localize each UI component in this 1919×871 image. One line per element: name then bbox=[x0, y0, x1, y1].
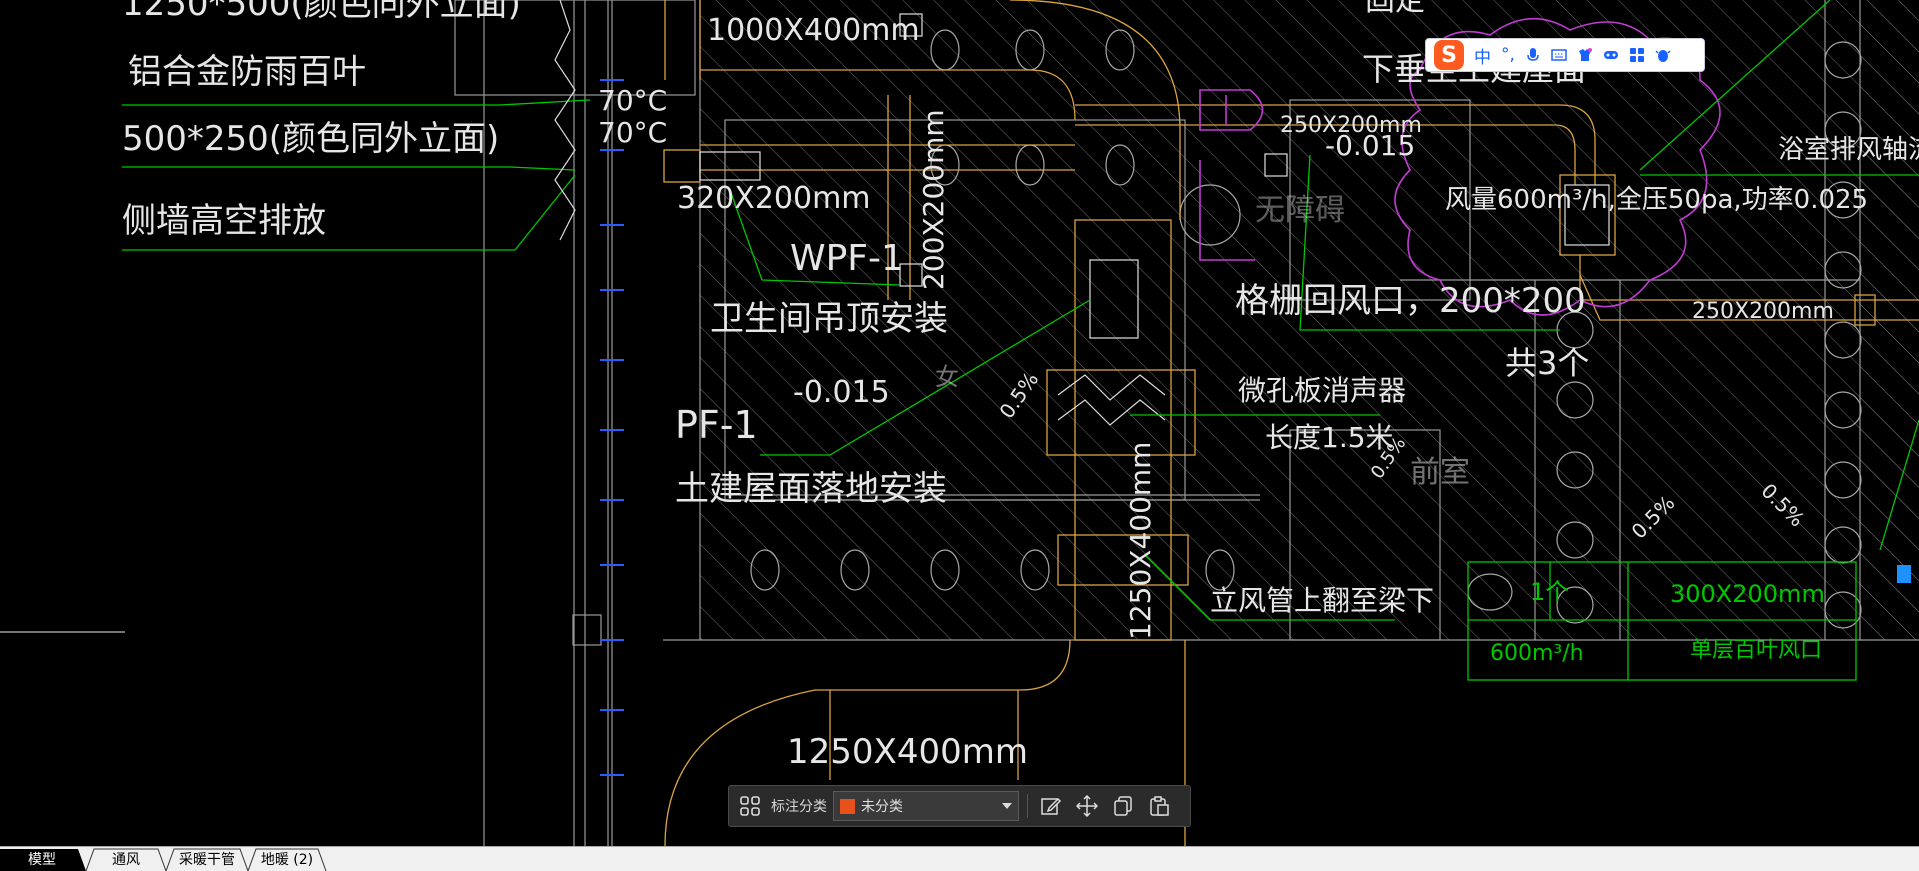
category-select[interactable]: 未分类 bbox=[833, 791, 1019, 821]
legend-text: 1个 bbox=[1530, 578, 1569, 606]
category-color-swatch bbox=[840, 798, 855, 814]
category-selected-value: 未分类 bbox=[861, 799, 903, 815]
edit-button[interactable] bbox=[1036, 791, 1066, 821]
drawing-text: 500*250(颜色同外立面) bbox=[122, 119, 499, 159]
selection-grip[interactable] bbox=[1897, 565, 1911, 583]
tab-heating-main[interactable]: 采暖干管 bbox=[174, 849, 240, 871]
drawing-text: 女 bbox=[935, 363, 959, 391]
tab-ventilation[interactable]: 通风 bbox=[94, 849, 158, 871]
legend-text: 600m³/h bbox=[1490, 641, 1584, 666]
drawing-text: 320X200mm bbox=[677, 181, 871, 216]
layout-tabs: 模型 通风 采暖干管 地暖 (2) bbox=[0, 846, 1919, 871]
toolbox-grid-icon[interactable] bbox=[1629, 47, 1645, 63]
sogou-logo-icon[interactable]: S bbox=[1434, 40, 1464, 70]
grid-icon bbox=[740, 796, 760, 816]
drawing-text: 长度1.5米 bbox=[1265, 421, 1394, 454]
drawing-text: 共3个 bbox=[1505, 344, 1589, 382]
drawing-text: -0.015 bbox=[793, 375, 890, 410]
drawing-text: 立风管上翻至梁下 bbox=[1210, 584, 1434, 617]
drawing-text: 固定 bbox=[1365, 0, 1425, 18]
move-button[interactable] bbox=[1072, 791, 1102, 821]
drawing-text: 1250*500(颜色同外立面) bbox=[122, 0, 521, 24]
legend-text: 300X200mm bbox=[1670, 580, 1825, 608]
keyboard-icon[interactable] bbox=[1551, 47, 1567, 63]
drawing-text: 70°C bbox=[598, 84, 667, 117]
gamepad-icon[interactable] bbox=[1603, 47, 1619, 63]
legend-text: 单层百叶风口 bbox=[1690, 638, 1822, 663]
bug-icon[interactable] bbox=[1655, 47, 1671, 63]
move-icon bbox=[1076, 795, 1098, 817]
ime-punct-toggle[interactable]: °, bbox=[1501, 45, 1515, 65]
drawing-text: 无障碍 bbox=[1255, 193, 1345, 228]
drawing-text: 微孔板消声器 bbox=[1238, 374, 1406, 407]
drawing-text: 70°C bbox=[598, 116, 667, 149]
drawing-text: WPF-1 bbox=[790, 238, 904, 279]
drawing-text: 风量600m³/h,全压50pa,功率0.025 bbox=[1445, 185, 1868, 215]
tab-floor-heating[interactable]: 地暖 (2) bbox=[256, 849, 318, 871]
layout-grid-button[interactable] bbox=[735, 791, 765, 821]
cad-viewer: 1250*500(颜色同外立面) 铝合金防雨百叶 500*250(颜色同外立面)… bbox=[0, 0, 1919, 871]
drawing-text: 格栅回风口，200*200 bbox=[1235, 281, 1586, 321]
paste-button[interactable] bbox=[1144, 791, 1174, 821]
drawing-text: 200X200mm bbox=[917, 109, 950, 290]
drawing-text: 浴室排风轴流 bbox=[1778, 135, 1919, 165]
drawing-text: 土建屋面落地安装 bbox=[675, 469, 947, 509]
drawing-text: 铝合金防雨百叶 bbox=[128, 52, 366, 92]
drawing-text: 1000X400mm bbox=[707, 13, 920, 48]
drawing-canvas[interactable]: 1250*500(颜色同外立面) 铝合金防雨百叶 500*250(颜色同外立面)… bbox=[0, 0, 1919, 846]
drawing-text: -0.015 bbox=[1325, 129, 1415, 162]
drawing-text: 前室 bbox=[1410, 455, 1470, 490]
chevron-down-icon bbox=[1002, 803, 1012, 809]
microphone-icon[interactable] bbox=[1525, 47, 1541, 63]
drawing-text: 1250X400mm bbox=[1124, 442, 1157, 640]
toolbar-divider bbox=[1027, 794, 1028, 818]
ime-toolbar[interactable]: S 中 °, bbox=[1425, 38, 1705, 72]
paste-icon bbox=[1150, 796, 1169, 816]
copy-icon bbox=[1114, 796, 1132, 816]
ime-mode-toggle[interactable]: 中 bbox=[1474, 43, 1491, 68]
category-label: 标注分类 bbox=[771, 799, 827, 815]
drawing-text: 卫生间吊顶安装 bbox=[710, 299, 948, 339]
skin-icon[interactable] bbox=[1577, 47, 1593, 63]
drawing-text: PF-1 bbox=[675, 403, 758, 447]
drawing-text: 1250X400mm bbox=[787, 732, 1028, 772]
copy-button[interactable] bbox=[1108, 791, 1138, 821]
annotation-toolbar: 标注分类 未分类 bbox=[728, 785, 1191, 827]
facade-zigzag bbox=[554, 0, 576, 241]
drawing-text: 侧墙高空排放 bbox=[122, 201, 326, 241]
drawing-text: 250X200mm bbox=[1692, 299, 1834, 324]
tab-model[interactable]: 模型 bbox=[6, 849, 78, 871]
edit-icon bbox=[1041, 797, 1062, 815]
